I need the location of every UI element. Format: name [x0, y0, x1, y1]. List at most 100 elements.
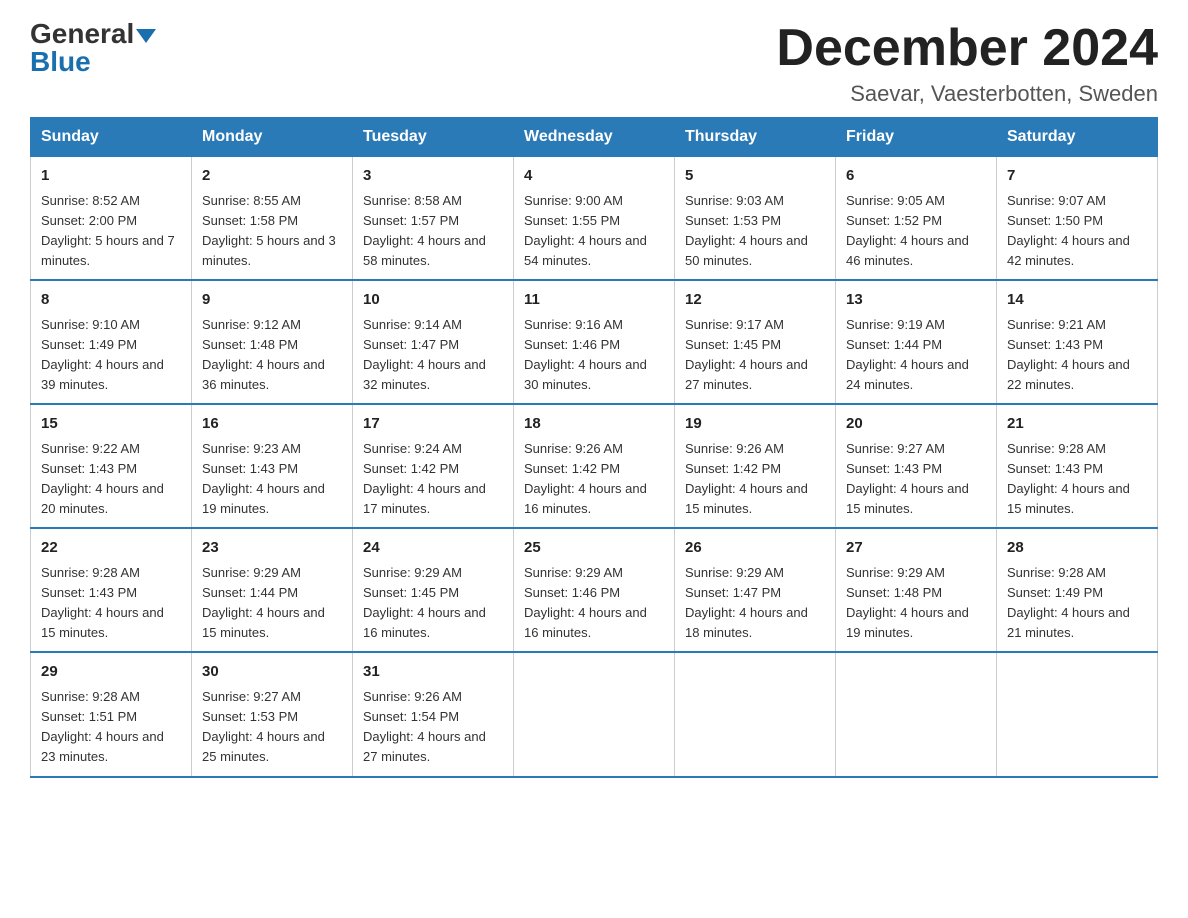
day-number: 31 — [363, 661, 503, 684]
day-info: Sunrise: 9:28 AMSunset: 1:51 PMDaylight:… — [41, 687, 181, 768]
logo: General Blue — [30, 20, 156, 76]
day-number: 10 — [363, 289, 503, 312]
col-header-thursday: Thursday — [675, 118, 836, 157]
day-info: Sunrise: 8:55 AMSunset: 1:58 PMDaylight:… — [202, 191, 342, 272]
day-number: 11 — [524, 289, 664, 312]
page-header: General Blue December 2024 Saevar, Vaest… — [30, 20, 1158, 107]
calendar-cell: 14 Sunrise: 9:21 AMSunset: 1:43 PMDaylig… — [997, 280, 1158, 404]
day-number: 19 — [685, 413, 825, 436]
calendar-cell: 26 Sunrise: 9:29 AMSunset: 1:47 PMDaylig… — [675, 528, 836, 652]
calendar-cell: 8 Sunrise: 9:10 AMSunset: 1:49 PMDayligh… — [31, 280, 192, 404]
calendar-cell: 4 Sunrise: 9:00 AMSunset: 1:55 PMDayligh… — [514, 157, 675, 281]
day-number: 21 — [1007, 413, 1147, 436]
day-info: Sunrise: 9:19 AMSunset: 1:44 PMDaylight:… — [846, 315, 986, 396]
day-number: 13 — [846, 289, 986, 312]
calendar-cell — [514, 652, 675, 776]
calendar-cell: 16 Sunrise: 9:23 AMSunset: 1:43 PMDaylig… — [192, 404, 353, 528]
week-row-5: 29 Sunrise: 9:28 AMSunset: 1:51 PMDaylig… — [31, 652, 1158, 776]
day-number: 8 — [41, 289, 181, 312]
calendar-cell — [836, 652, 997, 776]
day-info: Sunrise: 9:07 AMSunset: 1:50 PMDaylight:… — [1007, 191, 1147, 272]
calendar-cell: 18 Sunrise: 9:26 AMSunset: 1:42 PMDaylig… — [514, 404, 675, 528]
calendar-cell: 6 Sunrise: 9:05 AMSunset: 1:52 PMDayligh… — [836, 157, 997, 281]
day-number: 25 — [524, 537, 664, 560]
day-number: 17 — [363, 413, 503, 436]
calendar-cell: 11 Sunrise: 9:16 AMSunset: 1:46 PMDaylig… — [514, 280, 675, 404]
calendar-table: SundayMondayTuesdayWednesdayThursdayFrid… — [30, 117, 1158, 777]
calendar-cell: 12 Sunrise: 9:17 AMSunset: 1:45 PMDaylig… — [675, 280, 836, 404]
day-number: 1 — [41, 165, 181, 188]
day-info: Sunrise: 8:58 AMSunset: 1:57 PMDaylight:… — [363, 191, 503, 272]
calendar-cell: 29 Sunrise: 9:28 AMSunset: 1:51 PMDaylig… — [31, 652, 192, 776]
day-number: 29 — [41, 661, 181, 684]
calendar-cell: 10 Sunrise: 9:14 AMSunset: 1:47 PMDaylig… — [353, 280, 514, 404]
day-info: Sunrise: 9:29 AMSunset: 1:48 PMDaylight:… — [846, 563, 986, 644]
week-row-1: 1 Sunrise: 8:52 AMSunset: 2:00 PMDayligh… — [31, 157, 1158, 281]
calendar-cell: 24 Sunrise: 9:29 AMSunset: 1:45 PMDaylig… — [353, 528, 514, 652]
calendar-cell: 3 Sunrise: 8:58 AMSunset: 1:57 PMDayligh… — [353, 157, 514, 281]
day-number: 27 — [846, 537, 986, 560]
day-info: Sunrise: 9:26 AMSunset: 1:42 PMDaylight:… — [685, 439, 825, 520]
calendar-cell: 13 Sunrise: 9:19 AMSunset: 1:44 PMDaylig… — [836, 280, 997, 404]
col-header-friday: Friday — [836, 118, 997, 157]
calendar-cell: 21 Sunrise: 9:28 AMSunset: 1:43 PMDaylig… — [997, 404, 1158, 528]
day-info: Sunrise: 9:03 AMSunset: 1:53 PMDaylight:… — [685, 191, 825, 272]
week-row-4: 22 Sunrise: 9:28 AMSunset: 1:43 PMDaylig… — [31, 528, 1158, 652]
day-number: 16 — [202, 413, 342, 436]
day-info: Sunrise: 9:17 AMSunset: 1:45 PMDaylight:… — [685, 315, 825, 396]
day-number: 15 — [41, 413, 181, 436]
day-info: Sunrise: 9:23 AMSunset: 1:43 PMDaylight:… — [202, 439, 342, 520]
title-block: December 2024 Saevar, Vaesterbotten, Swe… — [776, 20, 1158, 107]
day-info: Sunrise: 9:10 AMSunset: 1:49 PMDaylight:… — [41, 315, 181, 396]
calendar-cell: 27 Sunrise: 9:29 AMSunset: 1:48 PMDaylig… — [836, 528, 997, 652]
calendar-cell — [997, 652, 1158, 776]
main-title: December 2024 — [776, 20, 1158, 77]
calendar-cell: 28 Sunrise: 9:28 AMSunset: 1:49 PMDaylig… — [997, 528, 1158, 652]
day-info: Sunrise: 9:24 AMSunset: 1:42 PMDaylight:… — [363, 439, 503, 520]
calendar-cell: 30 Sunrise: 9:27 AMSunset: 1:53 PMDaylig… — [192, 652, 353, 776]
day-number: 20 — [846, 413, 986, 436]
calendar-cell: 17 Sunrise: 9:24 AMSunset: 1:42 PMDaylig… — [353, 404, 514, 528]
day-info: Sunrise: 9:12 AMSunset: 1:48 PMDaylight:… — [202, 315, 342, 396]
calendar-cell: 7 Sunrise: 9:07 AMSunset: 1:50 PMDayligh… — [997, 157, 1158, 281]
day-number: 28 — [1007, 537, 1147, 560]
day-info: Sunrise: 9:28 AMSunset: 1:43 PMDaylight:… — [1007, 439, 1147, 520]
calendar-cell: 25 Sunrise: 9:29 AMSunset: 1:46 PMDaylig… — [514, 528, 675, 652]
day-number: 12 — [685, 289, 825, 312]
day-number: 18 — [524, 413, 664, 436]
day-info: Sunrise: 9:29 AMSunset: 1:45 PMDaylight:… — [363, 563, 503, 644]
calendar-cell: 22 Sunrise: 9:28 AMSunset: 1:43 PMDaylig… — [31, 528, 192, 652]
day-number: 24 — [363, 537, 503, 560]
col-header-wednesday: Wednesday — [514, 118, 675, 157]
calendar-cell: 1 Sunrise: 8:52 AMSunset: 2:00 PMDayligh… — [31, 157, 192, 281]
day-info: Sunrise: 9:22 AMSunset: 1:43 PMDaylight:… — [41, 439, 181, 520]
day-number: 4 — [524, 165, 664, 188]
day-info: Sunrise: 9:27 AMSunset: 1:53 PMDaylight:… — [202, 687, 342, 768]
day-info: Sunrise: 8:52 AMSunset: 2:00 PMDaylight:… — [41, 191, 181, 272]
day-number: 9 — [202, 289, 342, 312]
logo-line1: General — [30, 20, 156, 48]
day-info: Sunrise: 9:21 AMSunset: 1:43 PMDaylight:… — [1007, 315, 1147, 396]
calendar-cell: 20 Sunrise: 9:27 AMSunset: 1:43 PMDaylig… — [836, 404, 997, 528]
day-number: 5 — [685, 165, 825, 188]
day-number: 2 — [202, 165, 342, 188]
day-number: 14 — [1007, 289, 1147, 312]
week-row-3: 15 Sunrise: 9:22 AMSunset: 1:43 PMDaylig… — [31, 404, 1158, 528]
col-header-monday: Monday — [192, 118, 353, 157]
day-number: 6 — [846, 165, 986, 188]
calendar-cell: 15 Sunrise: 9:22 AMSunset: 1:43 PMDaylig… — [31, 404, 192, 528]
calendar-cell: 9 Sunrise: 9:12 AMSunset: 1:48 PMDayligh… — [192, 280, 353, 404]
day-number: 7 — [1007, 165, 1147, 188]
day-number: 30 — [202, 661, 342, 684]
day-info: Sunrise: 9:27 AMSunset: 1:43 PMDaylight:… — [846, 439, 986, 520]
day-info: Sunrise: 9:26 AMSunset: 1:54 PMDaylight:… — [363, 687, 503, 768]
week-row-2: 8 Sunrise: 9:10 AMSunset: 1:49 PMDayligh… — [31, 280, 1158, 404]
col-header-tuesday: Tuesday — [353, 118, 514, 157]
col-header-saturday: Saturday — [997, 118, 1158, 157]
header-row: SundayMondayTuesdayWednesdayThursdayFrid… — [31, 118, 1158, 157]
day-info: Sunrise: 9:28 AMSunset: 1:49 PMDaylight:… — [1007, 563, 1147, 644]
logo-line2: Blue — [30, 48, 91, 76]
calendar-cell: 31 Sunrise: 9:26 AMSunset: 1:54 PMDaylig… — [353, 652, 514, 776]
day-number: 23 — [202, 537, 342, 560]
day-info: Sunrise: 9:28 AMSunset: 1:43 PMDaylight:… — [41, 563, 181, 644]
